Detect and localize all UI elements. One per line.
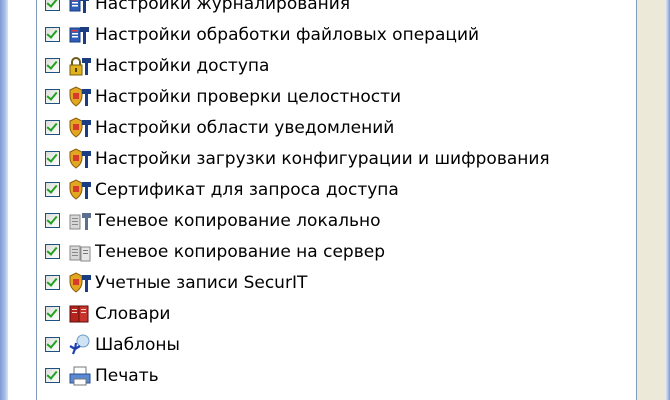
list-item[interactable]: Настройки загрузки конфигурации и шифров… — [45, 143, 605, 174]
window-left-border — [0, 0, 8, 400]
access-lock-icon — [69, 56, 91, 75]
item-checkbox[interactable] — [45, 120, 60, 135]
notification-shield-icon — [69, 116, 91, 138]
item-label: Настройки области уведомлений — [95, 117, 395, 138]
list-item[interactable]: Сертификат для запроса доступа — [45, 174, 605, 205]
log-settings-icon — [69, 0, 89, 13]
item-checkbox[interactable] — [45, 27, 60, 42]
list-item[interactable]: Теневое копирование на сервер — [45, 236, 605, 267]
certificate-shield-icon — [69, 178, 91, 200]
list-item[interactable]: Теневое копирование локально — [45, 205, 605, 236]
item-checkbox[interactable] — [45, 0, 60, 11]
settings-window: Настройки журналирования Настройки обраб… — [0, 0, 670, 400]
shadow-copy-local-icon — [69, 212, 91, 230]
file-ops-settings-icon — [69, 26, 89, 44]
item-label: Теневое копирование на сервер — [95, 241, 385, 262]
item-label: Настройки журналирования — [95, 0, 351, 14]
window-right-pane — [636, 0, 670, 400]
list-item[interactable]: Настройки обработки файловых операций — [45, 19, 605, 50]
item-label: Настройки доступа — [95, 55, 270, 76]
item-checkbox[interactable] — [45, 182, 60, 197]
item-label: Учетные записи SecurIT — [95, 272, 308, 293]
shadow-copy-server-icon — [69, 245, 91, 261]
list-item[interactable]: Учетные записи SecurIT — [45, 267, 605, 298]
list-item[interactable]: Настройки проверки целостности — [45, 81, 605, 112]
item-checkbox[interactable] — [45, 213, 60, 228]
item-checkbox[interactable] — [45, 306, 60, 321]
checklist-rows: Настройки журналирования Настройки обраб… — [45, 0, 605, 391]
item-label: Шаблоны — [95, 334, 180, 355]
list-item[interactable]: Печать — [45, 360, 605, 391]
item-checkbox[interactable] — [45, 337, 60, 352]
accounts-shield-icon — [69, 271, 91, 293]
item-label: Теневое копирование локально — [95, 210, 381, 231]
integrity-shield-icon — [69, 85, 91, 107]
item-checkbox[interactable] — [45, 58, 60, 73]
list-item[interactable]: Настройки журналирования — [45, 0, 605, 19]
item-checkbox[interactable] — [45, 275, 60, 290]
list-item[interactable]: Настройки области уведомлений — [45, 112, 605, 143]
list-item[interactable]: Словари — [45, 298, 605, 329]
list-item[interactable]: Шаблоны — [45, 329, 605, 360]
item-label: Сертификат для запроса доступа — [95, 179, 399, 200]
item-label: Настройки проверки целостности — [95, 86, 402, 107]
item-checkbox[interactable] — [45, 89, 60, 104]
config-encryption-shield-icon — [69, 147, 91, 169]
settings-checklist[interactable]: Настройки журналирования Настройки обраб… — [36, 0, 637, 400]
item-label: Словари — [95, 303, 171, 324]
item-label: Настройки обработки файловых операций — [95, 24, 480, 45]
item-label: Настройки загрузки конфигурации и шифров… — [95, 148, 550, 169]
item-checkbox[interactable] — [45, 244, 60, 259]
item-checkbox[interactable] — [45, 368, 60, 383]
item-checkbox[interactable] — [45, 151, 60, 166]
item-label: Печать — [95, 365, 159, 386]
list-item[interactable]: Настройки доступа — [45, 50, 605, 81]
print-icon — [69, 366, 91, 385]
window-right-border — [666, 0, 670, 400]
dictionary-book-icon — [69, 305, 89, 322]
templates-icon — [69, 334, 90, 354]
